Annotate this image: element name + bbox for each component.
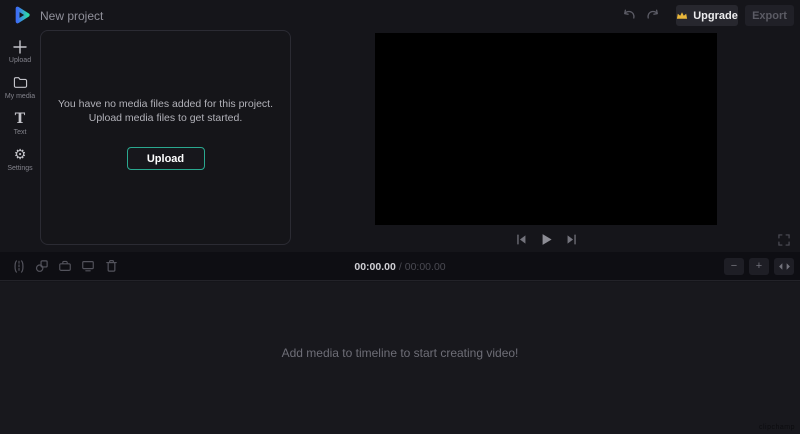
timeline-empty-message: Add media to timeline to start creating … [0,346,800,360]
sidebar-item-text[interactable]: T Text [0,110,40,144]
upgrade-button[interactable]: Upgrade [676,5,738,26]
zoom-in-button[interactable]: + [749,258,769,275]
export-button[interactable]: Export [745,5,794,26]
gear-icon: ⚙ [14,146,27,163]
video-editor-app: New project Upgrade Export [0,0,800,434]
empty-state-line1: You have no media files added for this p… [41,97,290,111]
folder-icon [13,74,28,91]
timeline-toolbar: 00:00.00/00:00.00 − + [0,252,800,281]
media-empty-state: You have no media files added for this p… [41,97,290,125]
skip-to-start-icon [516,234,527,245]
skip-to-start-button[interactable] [513,231,529,247]
text-tool-icon: T [15,110,25,127]
video-preview [375,33,717,225]
player-controls [375,230,717,248]
upgrade-label: Upgrade [693,10,738,22]
timeline-area: Add media to timeline to start creating … [0,282,800,434]
crown-icon [676,11,688,20]
undo-icon [622,9,636,22]
skip-to-end-button[interactable] [563,231,579,247]
play-button[interactable] [538,231,554,247]
redo-button[interactable] [645,7,661,23]
watermark-label: clipchamp [759,424,795,431]
sidebar-item-upload[interactable]: Upload [0,38,40,72]
zoom-fit-button[interactable] [774,258,794,275]
sidebar-item-my-media[interactable]: My media [0,74,40,108]
sidebar-item-label: Text [14,129,27,136]
tool-rail: Upload My media T Text ⚙ Settings [0,30,40,252]
sidebar-item-settings[interactable]: ⚙ Settings [0,146,40,180]
play-icon [540,233,553,246]
fullscreen-icon [778,234,790,246]
plus-icon [13,38,27,55]
upload-button[interactable]: Upload [127,147,205,170]
skip-to-end-icon [566,234,577,245]
current-time: 00:00.00 [354,261,395,273]
header: New project Upgrade Export [0,0,800,30]
time-separator: / [396,261,405,273]
redo-icon [646,9,660,22]
app-logo-icon[interactable] [11,4,33,26]
media-panel: You have no media files added for this p… [40,30,291,245]
sidebar-item-label: My media [5,93,35,100]
project-title: New project [40,9,103,23]
sidebar-item-label: Upload [9,57,31,64]
timecode-display: 00:00.00/00:00.00 [0,261,800,273]
undo-button[interactable] [621,7,637,23]
fit-to-screen-icon [778,262,791,271]
sidebar-item-label: Settings [7,165,32,172]
total-duration: 00:00.00 [405,261,446,273]
fullscreen-button[interactable] [776,232,791,247]
timeline-zoom-controls: − + [724,258,794,275]
export-label: Export [752,10,787,22]
zoom-out-button[interactable]: − [724,258,744,275]
empty-state-line2: Upload media files to get started. [41,111,290,125]
